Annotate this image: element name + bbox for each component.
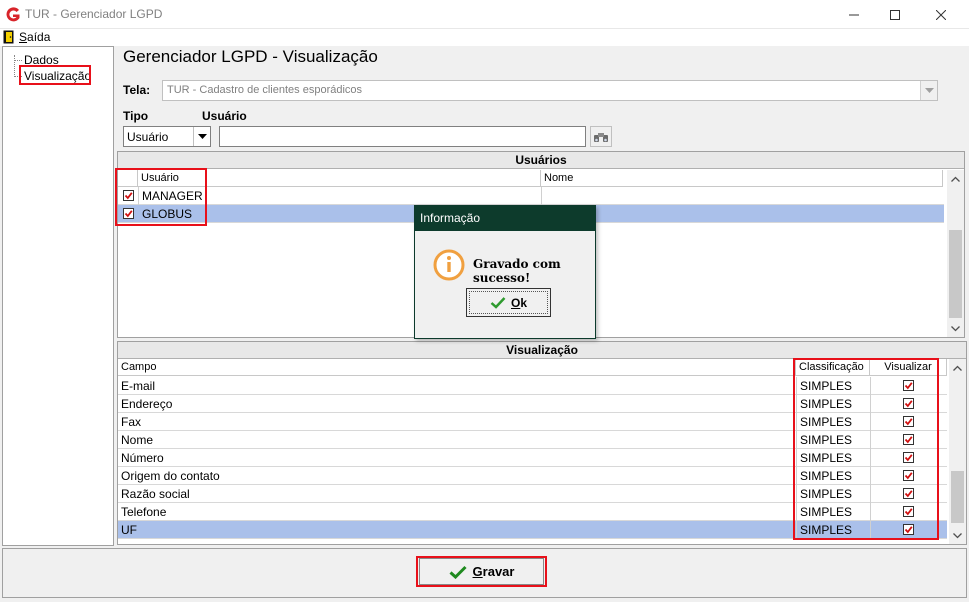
scroll-down-arrow[interactable] xyxy=(949,527,966,544)
scroll-thumb[interactable] xyxy=(949,230,962,318)
app-logo-icon xyxy=(6,7,20,22)
ok-button[interactable]: Ok xyxy=(466,288,551,317)
field-cell: Endereço xyxy=(121,397,173,411)
users-col-nome[interactable]: Nome xyxy=(541,170,943,187)
field-cell: Fax xyxy=(121,415,142,429)
title-bar: TUR - Gerenciador LGPD xyxy=(0,0,969,29)
info-dialog: Informação Gravado com sucesso! Ok xyxy=(414,205,596,339)
chevron-down-icon xyxy=(924,88,934,93)
users-grid-caption: Usuários xyxy=(118,152,964,169)
screen-select-value: TUR - Cadastro de clientes esporádicos xyxy=(167,84,363,96)
scroll-down-arrow[interactable] xyxy=(947,320,964,337)
checkmark-icon xyxy=(490,297,506,309)
users-grid-scrollbar[interactable] xyxy=(947,170,964,337)
info-icon xyxy=(433,249,465,281)
table-row[interactable]: MANAGER xyxy=(118,187,944,205)
chevron-up-icon xyxy=(951,176,960,182)
chevron-down-icon xyxy=(951,325,960,331)
close-icon xyxy=(936,9,946,20)
dialog-message: Gravado com sucesso! xyxy=(473,257,561,285)
field-cell: Nome xyxy=(121,433,154,447)
ok-label-rest: k xyxy=(520,295,528,310)
type-select-value: Usuário xyxy=(127,130,169,144)
screen-select[interactable]: TUR - Cadastro de clientes esporádicos xyxy=(162,80,938,101)
scroll-thumb[interactable] xyxy=(951,471,964,523)
tree-connector xyxy=(14,60,22,61)
highlight-box-save xyxy=(416,556,547,587)
type-dropdown-button[interactable] xyxy=(193,127,210,146)
field-cell: Número xyxy=(121,451,164,465)
screen-label: Tela: xyxy=(123,83,151,97)
name-cell xyxy=(542,205,942,223)
exit-door-icon xyxy=(3,30,14,44)
menu-exit[interactable]: Saída xyxy=(3,30,50,44)
visualization-grid-scrollbar[interactable] xyxy=(949,359,966,544)
navigation-tree: Dados Visualização xyxy=(2,46,114,546)
visualization-grid-caption: Visualização xyxy=(118,342,966,359)
menu-exit-rest: aída xyxy=(27,30,51,44)
type-select[interactable]: Usuário xyxy=(123,126,211,147)
search-button[interactable] xyxy=(590,126,612,147)
window-title: TUR - Gerenciador LGPD xyxy=(25,7,163,21)
menu-bar: Saída xyxy=(0,29,969,46)
field-cell: UF xyxy=(121,523,137,537)
user-search-input[interactable] xyxy=(219,126,586,147)
maximize-icon xyxy=(890,9,900,20)
scroll-up-arrow[interactable] xyxy=(947,170,964,187)
user-label: Usuário xyxy=(202,109,247,123)
view-col-campo[interactable]: Campo xyxy=(118,359,796,376)
scroll-up-arrow[interactable] xyxy=(949,359,966,376)
name-cell xyxy=(542,187,942,205)
ok-mnemonic: O xyxy=(510,295,521,310)
maximize-button[interactable] xyxy=(872,0,918,29)
type-label: Tipo xyxy=(123,109,149,123)
binoculars-icon xyxy=(594,132,608,142)
field-cell: Telefone xyxy=(121,505,167,519)
close-button[interactable] xyxy=(918,0,964,29)
field-cell: Origem do contato xyxy=(121,469,220,483)
page-title: Gerenciador LGPD - Visualização xyxy=(123,47,378,66)
highlight-box-tree xyxy=(19,65,91,85)
ok-button-label: Ok xyxy=(511,296,527,310)
menu-exit-label: Saída xyxy=(19,30,51,44)
minimize-button[interactable] xyxy=(831,0,877,29)
dialog-title: Informação xyxy=(415,206,595,231)
field-cell: Razão social xyxy=(121,487,190,501)
chevron-down-icon xyxy=(953,532,962,538)
chevron-down-icon xyxy=(197,134,207,139)
field-cell: E-mail xyxy=(121,379,156,393)
highlight-box-users xyxy=(115,168,207,226)
tree-connector xyxy=(14,55,15,77)
screen-dropdown-button[interactable] xyxy=(920,81,937,100)
highlight-box-columns xyxy=(793,358,939,540)
chevron-up-icon xyxy=(953,365,962,371)
minimize-icon xyxy=(849,14,859,15)
